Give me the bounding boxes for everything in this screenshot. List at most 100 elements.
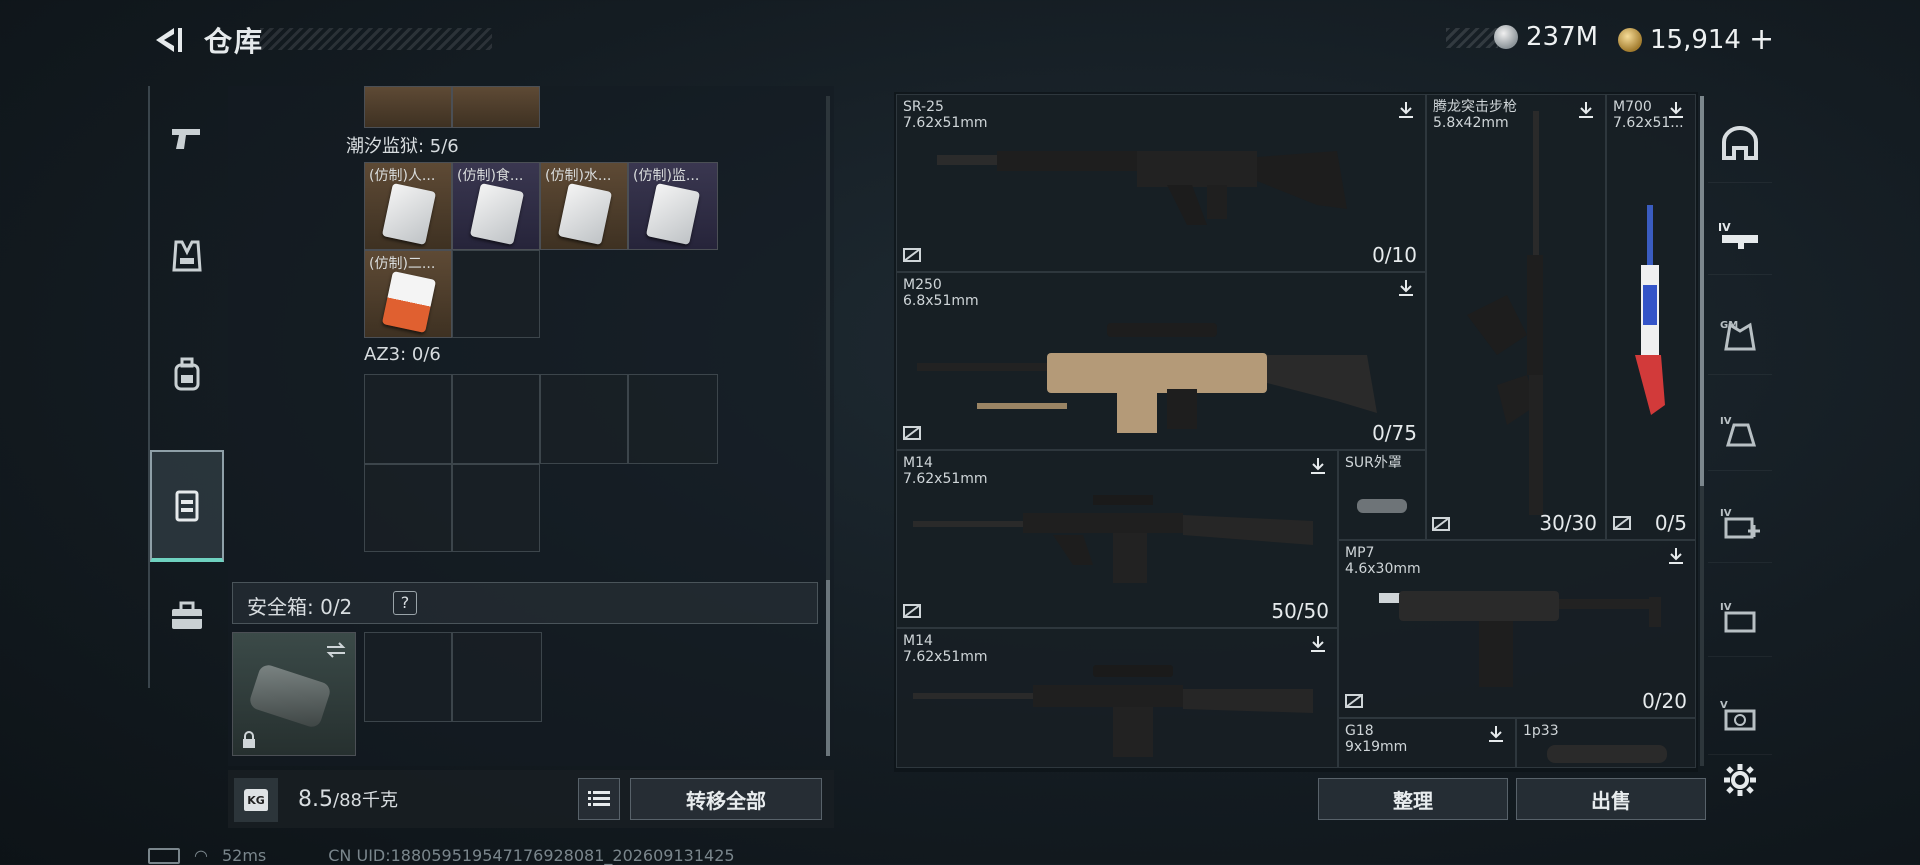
filter-medical[interactable]: IV bbox=[1708, 484, 1772, 563]
section-label: 潮汐监狱: 5/6 bbox=[346, 136, 459, 157]
item-card[interactable]: (仿制)二... bbox=[364, 250, 452, 338]
weapon-ammo-count: 0/10 bbox=[1372, 243, 1417, 267]
item-card[interactable]: (仿制)人... bbox=[364, 162, 452, 250]
document-icon bbox=[381, 183, 437, 245]
empty-slot[interactable] bbox=[452, 250, 540, 338]
nav-vest[interactable] bbox=[150, 206, 224, 306]
back-arrow-icon[interactable] bbox=[148, 22, 184, 58]
list-view-button[interactable] bbox=[578, 778, 620, 820]
weapon-slot-sr25[interactable]: SR-25 7.62x51mm 0/10 bbox=[896, 94, 1426, 272]
vest-icon bbox=[172, 240, 202, 272]
item-card-partial[interactable] bbox=[452, 86, 540, 128]
filter-all[interactable] bbox=[1708, 104, 1772, 183]
weapon-slot-m14-2[interactable]: M14 7.62x51mm bbox=[896, 628, 1338, 768]
silver-coin-icon bbox=[1494, 25, 1518, 49]
currency-decoration bbox=[1446, 28, 1498, 48]
empty-slot[interactable] bbox=[628, 374, 718, 464]
weapon-ammo-count: 50/50 bbox=[1271, 599, 1329, 623]
filter-weapons[interactable]: IV bbox=[1708, 196, 1772, 275]
svg-text:V: V bbox=[1720, 700, 1728, 711]
weight-icon: KG bbox=[234, 778, 278, 822]
stash-scroll-thumb[interactable] bbox=[1700, 96, 1704, 486]
document-icon bbox=[381, 271, 437, 333]
sell-button[interactable]: 出售 bbox=[1516, 778, 1706, 820]
weapon-slot-m250[interactable]: M250 6.8x51mm 0/75 bbox=[896, 272, 1426, 450]
empty-slot[interactable] bbox=[452, 464, 540, 552]
safebox-help-button[interactable]: ? bbox=[393, 591, 417, 615]
weapon-name: M14 bbox=[903, 633, 933, 649]
empty-slot[interactable] bbox=[540, 374, 628, 464]
filter-documents[interactable]: IV bbox=[1708, 578, 1772, 657]
silver-currency: 237M bbox=[1494, 22, 1598, 52]
transfer-all-button[interactable]: 转移全部 bbox=[630, 778, 822, 820]
item-card[interactable]: (仿制)监... bbox=[628, 162, 718, 250]
download-icon[interactable] bbox=[1309, 635, 1327, 653]
weapon-slot-m700[interactable]: M700 7.62x51... 0/5 bbox=[1606, 94, 1696, 540]
nav-weapon[interactable] bbox=[150, 88, 224, 188]
empty-slot[interactable] bbox=[452, 374, 540, 464]
organize-button[interactable]: 整理 bbox=[1318, 778, 1508, 820]
weapon-slot-g18[interactable]: G18 9x19mm bbox=[1338, 718, 1516, 768]
attachment-slot-1p33[interactable]: 1p33 bbox=[1516, 718, 1696, 768]
m250-machinegun-icon bbox=[917, 323, 1377, 433]
filter-helmet[interactable]: IV bbox=[1708, 392, 1772, 471]
weapon-slot-m14[interactable]: M14 7.62x51mm 50/50 bbox=[896, 450, 1338, 628]
swap-icon[interactable] bbox=[325, 641, 347, 659]
medical-filter-icon: IV bbox=[1720, 508, 1760, 539]
nav-backpack[interactable] bbox=[150, 324, 224, 424]
nav-case[interactable] bbox=[150, 566, 224, 666]
gold-currency[interactable]: 15,914 + bbox=[1618, 22, 1774, 57]
safebox-case-icon bbox=[247, 662, 333, 730]
filter-armor[interactable]: GM bbox=[1708, 296, 1772, 375]
document-icon bbox=[557, 183, 613, 245]
item-card-partial[interactable] bbox=[364, 86, 452, 128]
no-insurance-icon bbox=[903, 426, 921, 440]
settings-gear-icon[interactable] bbox=[1722, 762, 1758, 798]
weapon-slot-mp7[interactable]: MP7 4.6x30mm 0/20 bbox=[1338, 540, 1696, 718]
no-insurance-icon bbox=[903, 604, 921, 618]
assault-rifle-icon bbox=[1467, 111, 1543, 515]
item-card[interactable]: (仿制)食... bbox=[452, 162, 540, 250]
gold-amount: 15,914 bbox=[1650, 24, 1741, 55]
weight-current: 8.5 bbox=[298, 787, 333, 812]
safebox-item[interactable] bbox=[232, 632, 356, 756]
sniper-rifle-icon bbox=[1635, 205, 1665, 415]
weapon-ammo-count: 0/75 bbox=[1372, 421, 1417, 445]
download-icon[interactable] bbox=[1667, 101, 1685, 119]
download-icon[interactable] bbox=[1397, 101, 1415, 119]
left-category-nav bbox=[148, 86, 224, 688]
section-label: AZ3: 0/6 bbox=[364, 344, 441, 365]
item-card[interactable]: (仿制)水... bbox=[540, 162, 628, 250]
empty-slot[interactable] bbox=[364, 374, 452, 464]
safebox-header: 安全箱: 0/2 ? bbox=[232, 582, 818, 624]
empty-slot[interactable] bbox=[364, 464, 452, 552]
scope-icon bbox=[1547, 745, 1667, 763]
download-icon[interactable] bbox=[1487, 725, 1505, 743]
download-icon[interactable] bbox=[1667, 547, 1685, 565]
empty-slot[interactable] bbox=[452, 632, 542, 722]
weapon-name: SR-25 bbox=[903, 99, 944, 115]
weapon-slot-tenglong[interactable]: 腾龙突击步枪 5.8x42mm 30/30 bbox=[1426, 94, 1606, 540]
briefcase-icon bbox=[172, 601, 202, 629]
filter-misc[interactable]: V bbox=[1708, 676, 1772, 755]
wifi-icon: ◠ bbox=[194, 846, 208, 865]
cover-attachment-icon bbox=[1357, 499, 1407, 513]
misc-filter-icon: V bbox=[1720, 700, 1756, 731]
add-gold-button[interactable]: + bbox=[1749, 22, 1774, 57]
rifle-filter-icon: IV bbox=[1718, 221, 1758, 249]
container-icon bbox=[175, 490, 199, 522]
attachment-slot-sur[interactable]: SUR外罩 bbox=[1338, 450, 1426, 540]
no-insurance-icon bbox=[1345, 694, 1363, 708]
empty-slot[interactable] bbox=[364, 632, 452, 722]
weapon-name: M700 bbox=[1613, 99, 1652, 115]
list-icon bbox=[588, 791, 610, 806]
download-icon[interactable] bbox=[1397, 279, 1415, 297]
weapon-name: M250 bbox=[903, 277, 942, 293]
backpack-icon bbox=[174, 357, 200, 391]
download-icon[interactable] bbox=[1309, 457, 1327, 475]
nav-container[interactable] bbox=[150, 450, 224, 562]
inventory-scroll-thumb[interactable] bbox=[826, 580, 830, 756]
weight-max: /88千克 bbox=[333, 790, 398, 811]
weapon-name: G18 bbox=[1345, 723, 1374, 739]
no-insurance-icon bbox=[1432, 517, 1450, 531]
